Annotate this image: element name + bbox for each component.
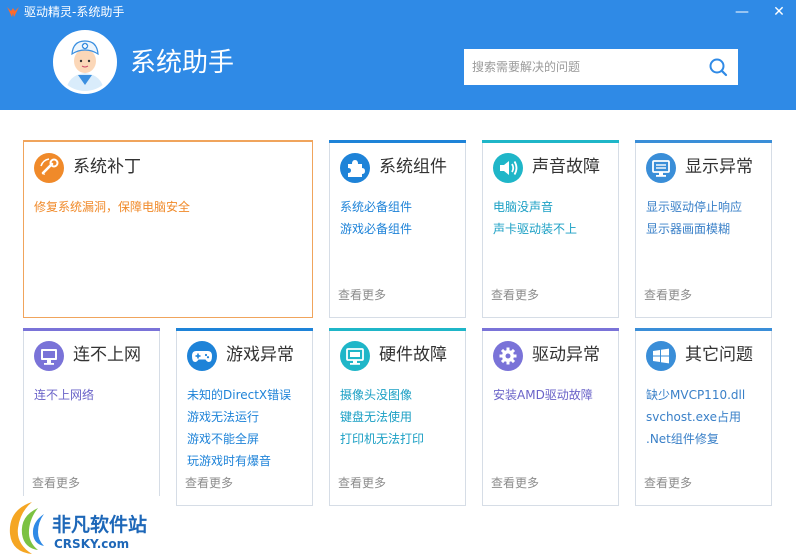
avatar	[53, 30, 117, 94]
card-hardware-fault[interactable]: 硬件故障 摄像头没图像 键盘无法使用 打印机无法打印 查看更多	[329, 328, 466, 506]
card-title: 连不上网	[73, 345, 141, 365]
view-more-link[interactable]: 查看更多	[491, 475, 539, 491]
card-link[interactable]: 系统必备组件	[340, 196, 412, 218]
card-sound-fault[interactable]: 声音故障 电脑没声音 声卡驱动装不上 查看更多	[482, 140, 619, 318]
card-link[interactable]: 游戏无法运行	[187, 406, 291, 428]
card-accent-line	[329, 140, 466, 143]
card-link[interactable]: 显示驱动停止响应	[646, 196, 742, 218]
card-display-error[interactable]: 显示异常 显示驱动停止响应 显示器画面模糊 查看更多	[635, 140, 772, 318]
card-link[interactable]: 连不上网络	[34, 384, 94, 406]
card-accent-line	[635, 140, 772, 143]
card-accent-line	[176, 328, 313, 331]
card-title: 声音故障	[532, 157, 600, 177]
view-more-link[interactable]: 查看更多	[491, 287, 539, 303]
search-box	[464, 49, 738, 85]
card-link[interactable]: 未知的DirectX错误	[187, 384, 291, 406]
puzzle-icon	[340, 153, 370, 183]
card-title: 硬件故障	[379, 345, 447, 365]
card-link[interactable]: 摄像头没图像	[340, 384, 424, 406]
card-link[interactable]: 电脑没声音	[493, 196, 577, 218]
doctor-icon	[56, 33, 114, 91]
speaker-icon	[493, 153, 523, 183]
card-link[interactable]: 游戏不能全屏	[187, 428, 291, 450]
card-link[interactable]: 声卡驱动装不上	[493, 218, 577, 240]
card-accent-line	[635, 328, 772, 331]
card-accent-line	[23, 140, 313, 142]
card-title: 显示异常	[685, 157, 753, 177]
card-link[interactable]: 游戏必备组件	[340, 218, 412, 240]
title-bar[interactable]: 驱动精灵-系统助手 — ✕	[0, 0, 796, 24]
watermark-url: CRSKY.com	[54, 537, 130, 551]
card-accent-line	[482, 140, 619, 143]
card-system-patch[interactable]: 系统补丁 修复系统漏洞，保障电脑安全	[23, 140, 313, 318]
display-icon	[646, 153, 676, 183]
view-more-link[interactable]: 查看更多	[32, 475, 80, 491]
card-link[interactable]: 打印机无法打印	[340, 428, 424, 450]
windows-icon	[646, 341, 676, 371]
card-link[interactable]: svchost.exe占用	[646, 406, 745, 428]
window-title: 驱动精灵-系统助手	[24, 5, 125, 19]
view-more-link[interactable]: 查看更多	[338, 287, 386, 303]
card-link[interactable]: 缺少MVCP110.dll	[646, 384, 745, 406]
card-link[interactable]: 修复系统漏洞，保障电脑安全	[34, 196, 190, 218]
card-link[interactable]: 玩游戏时有爆音	[187, 450, 291, 472]
card-link[interactable]: 显示器画面模糊	[646, 218, 742, 240]
close-button[interactable]: ✕	[765, 2, 793, 22]
card-accent-line	[329, 328, 466, 331]
hardware-monitor-icon	[340, 341, 370, 371]
watermark-text: 非凡软件站	[52, 514, 148, 536]
search-input[interactable]	[464, 49, 700, 85]
watermark-logo-icon	[9, 502, 44, 554]
search-icon[interactable]	[704, 54, 732, 80]
card-link[interactable]: 安装AMD驱动故障	[493, 384, 593, 406]
card-title: 其它问题	[685, 345, 753, 365]
card-title: 驱动异常	[532, 345, 600, 365]
card-system-components[interactable]: 系统组件 系统必备组件 游戏必备组件 查看更多	[329, 140, 466, 318]
card-accent-line	[23, 328, 160, 331]
card-title: 系统补丁	[73, 157, 141, 177]
minimize-button[interactable]: —	[728, 2, 756, 22]
card-title: 游戏异常	[226, 345, 294, 365]
gamepad-icon	[187, 341, 217, 371]
card-other-issues[interactable]: 其它问题 缺少MVCP110.dll svchost.exe占用 .Net组件修…	[635, 328, 772, 506]
page-title: 系统助手	[130, 48, 235, 78]
card-driver-error[interactable]: 驱动异常 安装AMD驱动故障 查看更多	[482, 328, 619, 506]
card-link[interactable]: .Net组件修复	[646, 428, 745, 450]
card-network-fault[interactable]: 连不上网 连不上网络 查看更多	[23, 328, 160, 506]
gear-icon	[493, 341, 523, 371]
view-more-link[interactable]: 查看更多	[338, 475, 386, 491]
watermark: 非凡软件站 CRSKY.com	[0, 496, 162, 556]
view-more-link[interactable]: 查看更多	[644, 475, 692, 491]
header: 驱动精灵-系统助手 — ✕ 系统助手	[0, 0, 796, 110]
card-link[interactable]: 键盘无法使用	[340, 406, 424, 428]
patch-icon	[34, 153, 64, 183]
view-more-link[interactable]: 查看更多	[644, 287, 692, 303]
card-accent-line	[482, 328, 619, 331]
card-title: 系统组件	[379, 157, 447, 177]
card-game-error[interactable]: 游戏异常 未知的DirectX错误 游戏无法运行 游戏不能全屏 玩游戏时有爆音 …	[176, 328, 313, 506]
app-logo-icon	[7, 7, 19, 17]
view-more-link[interactable]: 查看更多	[185, 475, 233, 491]
network-monitor-icon	[34, 341, 64, 371]
